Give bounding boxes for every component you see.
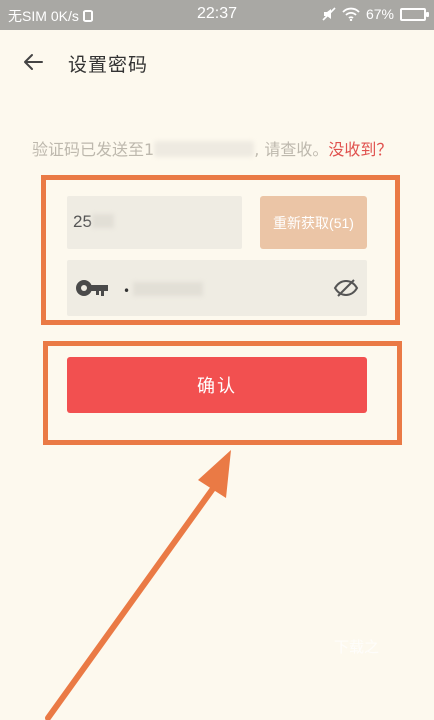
status-right: 67% — [322, 6, 429, 22]
watermark-text: 下载之 — [334, 638, 380, 656]
back-button[interactable] — [18, 48, 48, 76]
annotation-box-fields — [41, 175, 400, 325]
status-bar: 无SIM 0K/s 22:37 67% — [0, 0, 434, 30]
header: 设置密码 — [0, 30, 434, 94]
battery-icon — [400, 7, 429, 21]
hint-suffix: , 请查收。 — [254, 140, 329, 159]
hint-prefix: 验证码已发送至1 — [32, 140, 155, 159]
annotation-box-confirm — [43, 341, 402, 445]
battery-percent: 67% — [365, 6, 394, 22]
annotation-arrow — [45, 450, 231, 720]
page-title: 设置密码 — [68, 54, 149, 76]
sent-hint: 验证码已发送至1 , 请查收。没收到？ — [32, 136, 412, 160]
not-received-link[interactable]: 没收到？ — [328, 140, 392, 159]
phone-number-redacted — [154, 141, 255, 157]
wifi-icon — [342, 7, 360, 21]
mute-icon — [322, 7, 336, 21]
arrow-left-icon — [24, 54, 43, 70]
